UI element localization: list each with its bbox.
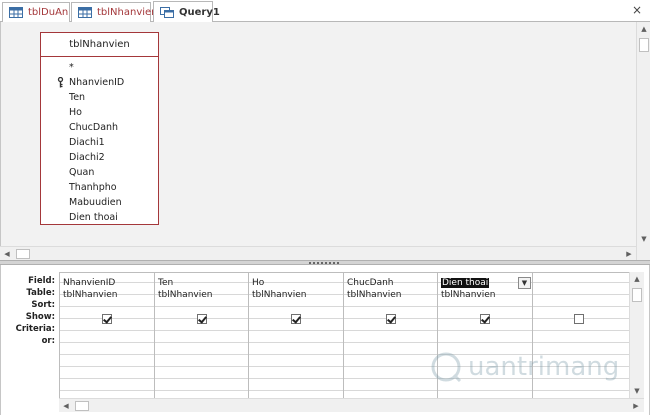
table-icon	[9, 7, 23, 18]
field-list-item[interactable]: Mabuudien	[41, 195, 158, 210]
watermark: uantrimang	[430, 345, 630, 389]
scroll-left-icon[interactable]: ◀	[59, 399, 73, 413]
show-checkbox[interactable]	[574, 314, 584, 324]
row-label-sort: Sort:	[31, 300, 55, 310]
tab-query1[interactable]: Query1	[153, 1, 220, 23]
field-list-title[interactable]: tblNhanvien	[41, 33, 158, 57]
field-list-item[interactable]: Diachi1	[41, 135, 158, 150]
upper-horizontal-scrollbar[interactable]: ◀ ▶	[0, 246, 636, 260]
field-list-item[interactable]: Ten	[41, 90, 158, 105]
scroll-right-icon[interactable]: ▶	[629, 399, 643, 413]
row-label-criteria: Criteria:	[15, 324, 55, 334]
field-list-item[interactable]: Diachi2	[41, 150, 158, 165]
scroll-thumb[interactable]	[639, 38, 649, 52]
grid-field-cell[interactable]: Ho	[248, 277, 343, 289]
grid-field-cell[interactable]: Ten	[154, 277, 248, 289]
tab-label: Query1	[179, 7, 220, 18]
row-label-field: Field:	[28, 276, 55, 286]
scroll-left-icon[interactable]: ◀	[0, 247, 14, 261]
grid-field-cell[interactable]: NhanvienID	[59, 277, 154, 289]
chevron-down-icon[interactable]: ▼	[518, 277, 531, 289]
close-document-icon[interactable]: ×	[630, 3, 644, 17]
show-checkbox[interactable]	[480, 314, 490, 324]
field-list-window[interactable]: tblNhanvien * NhanvienID Ten Ho ChucDanh…	[40, 32, 159, 225]
lower-vertical-scrollbar[interactable]: ▲ ▼	[629, 272, 644, 398]
grid-table-cell[interactable]: tblNhanvien	[154, 289, 248, 301]
selected-field-text: Dien thoai	[441, 278, 490, 288]
lower-horizontal-scrollbar[interactable]: ◀ ▶	[59, 398, 644, 412]
tab-tblduan[interactable]: tblDuAn	[2, 2, 70, 22]
show-checkbox[interactable]	[386, 314, 396, 324]
grid-table-cell[interactable]: tblNhanvien	[248, 289, 343, 301]
scroll-down-icon[interactable]: ▼	[630, 384, 644, 398]
primary-key-icon	[57, 77, 64, 88]
field-list-item[interactable]: ChucDanh	[41, 120, 158, 135]
show-checkbox[interactable]	[102, 314, 112, 324]
field-list-item[interactable]: Quan	[41, 165, 158, 180]
table-icon	[78, 7, 92, 18]
splitter-grip-icon[interactable]	[309, 262, 339, 264]
show-checkbox[interactable]	[291, 314, 301, 324]
field-list-item[interactable]: Thanhpho	[41, 180, 158, 195]
scroll-right-icon[interactable]: ▶	[622, 247, 636, 261]
field-list-item[interactable]: Ho	[41, 105, 158, 120]
scroll-down-icon[interactable]: ▼	[637, 232, 650, 246]
watermark-text: uantrimang	[468, 352, 620, 382]
row-label-table: Table:	[26, 288, 55, 298]
upper-vertical-scrollbar[interactable]: ▲ ▼	[636, 22, 650, 260]
row-label-or: or:	[41, 336, 55, 346]
field-name: NhanvienID	[69, 77, 125, 88]
field-list-item[interactable]: *	[41, 60, 158, 75]
grid-field-cell-selected[interactable]: Dien thoai	[437, 277, 517, 289]
document-tab-strip: tblDuAn tblNhanvien Query1 ×	[0, 0, 650, 23]
query-icon	[160, 7, 174, 18]
scroll-up-icon[interactable]: ▲	[630, 272, 644, 286]
watermark-logo-icon	[431, 352, 462, 383]
grid-field-cell[interactable]: ChucDanh	[343, 277, 437, 289]
show-checkbox[interactable]	[197, 314, 207, 324]
scroll-up-icon[interactable]: ▲	[637, 22, 650, 36]
grid-table-cell[interactable]: tblNhanvien	[437, 289, 532, 301]
field-list-item[interactable]: Dien thoai	[41, 210, 158, 225]
grid-table-cell[interactable]: tblNhanvien	[343, 289, 437, 301]
scroll-thumb[interactable]	[16, 249, 30, 259]
grid-table-cell[interactable]: tblNhanvien	[59, 289, 154, 301]
scroll-thumb[interactable]	[75, 401, 89, 411]
field-list-item-primary-key[interactable]: NhanvienID	[41, 75, 158, 90]
tab-tblnhanvien[interactable]: tblNhanvien	[71, 2, 158, 22]
tab-label: tblDuAn	[28, 7, 69, 18]
row-label-show: Show:	[25, 312, 55, 322]
tab-label: tblNhanvien	[97, 7, 158, 18]
scroll-thumb[interactable]	[632, 288, 642, 302]
